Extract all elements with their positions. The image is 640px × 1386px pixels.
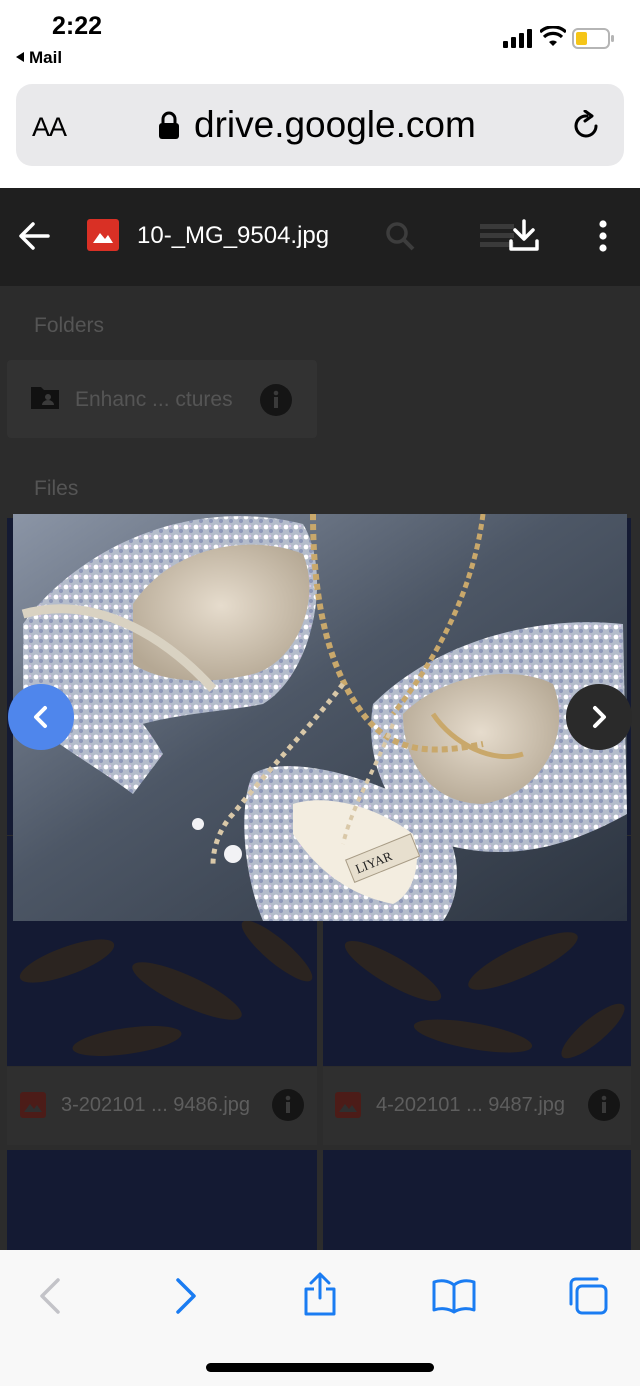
search-icon: [386, 222, 415, 251]
folders-heading: Folders: [34, 314, 105, 337]
browser-back-icon[interactable]: [38, 1278, 62, 1314]
back-to-mail-label: Mail: [29, 48, 63, 67]
download-icon[interactable]: [508, 218, 540, 252]
browser-forward-icon[interactable]: [174, 1278, 198, 1314]
file-info-icon: [588, 1089, 620, 1121]
more-options-icon[interactable]: [596, 218, 610, 254]
folder-info-icon: [260, 384, 292, 416]
file-thumbnail-hands: [7, 1150, 317, 1250]
file-name-label: 4-202101 ... 9487.jpg: [376, 1094, 566, 1116]
file-name-label: 3-202101 ... 9486.jpg: [61, 1094, 251, 1116]
image-file-icon: [87, 219, 119, 251]
file-thumbnail-hands: [323, 1150, 631, 1250]
hands-photo-texture: [344, 932, 625, 1059]
wifi-icon: [540, 26, 566, 46]
previous-image-button[interactable]: [8, 684, 74, 750]
files-heading: Files: [34, 477, 79, 500]
battery-icon: [572, 28, 614, 49]
folder-name: Enhanc ... ctures: [75, 388, 233, 411]
image-file-icon: [335, 1092, 361, 1118]
share-icon[interactable]: [302, 1272, 338, 1316]
mountain-glyph-icon: [93, 233, 113, 243]
crystal-shoes-photo: LIYAR: [13, 514, 627, 921]
next-image-button[interactable]: [566, 684, 632, 750]
image-file-icon: [20, 1092, 46, 1118]
chevron-left-icon: [34, 706, 47, 728]
hands-photo-texture: [19, 921, 313, 1056]
status-time: 2:22: [52, 12, 103, 40]
reload-icon[interactable]: [572, 110, 602, 142]
chevron-right-icon: [593, 706, 606, 728]
lock-icon: [159, 111, 179, 139]
url-text[interactable]: drive.google.com: [194, 104, 476, 146]
back-arrow-icon[interactable]: [18, 220, 50, 252]
back-to-mail-link[interactable]: Mail: [16, 48, 62, 68]
home-indicator: [206, 1363, 434, 1372]
cellular-signal-icon: [503, 29, 532, 48]
back-triangle-icon: [16, 52, 24, 62]
shared-folder-icon: [31, 387, 59, 409]
bookmarks-icon[interactable]: [432, 1278, 476, 1314]
image-preview: LIYAR: [13, 514, 627, 921]
tabs-icon[interactable]: [567, 1276, 611, 1316]
file-info-icon: [272, 1089, 304, 1121]
file-name: 10-_MG_9504.jpg: [137, 222, 330, 249]
text-size-button[interactable]: AA: [32, 112, 67, 143]
